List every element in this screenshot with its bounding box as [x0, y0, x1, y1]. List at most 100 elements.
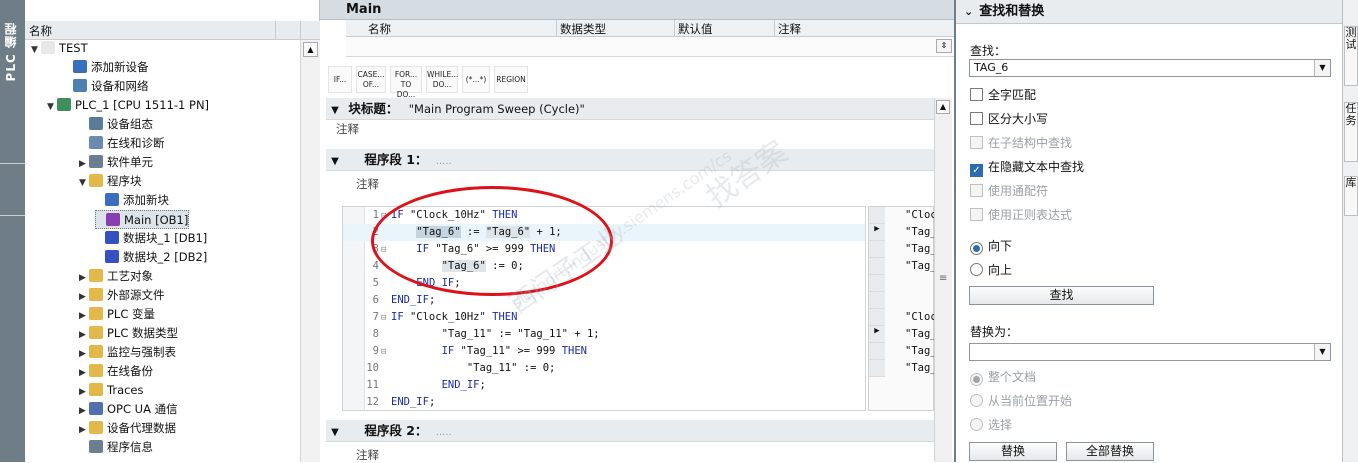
tree-item[interactable]: ▶ OPC UA 通信: [79, 400, 178, 419]
expand-down-icon[interactable]: ▼: [47, 98, 57, 117]
row-marker: [869, 343, 885, 360]
testing-tab[interactable]: 测试: [1344, 26, 1358, 86]
toolbar-case-button[interactable]: CASE... OF...: [356, 66, 386, 93]
editor-scrollbar[interactable]: ▲ ≡: [934, 98, 952, 462]
tree-item[interactable]: ▶ 监控与强制表: [79, 343, 176, 362]
toolbar-while-button[interactable]: WHILE... DO...: [426, 66, 458, 93]
tree-item[interactable]: ▶ 软件单元: [79, 153, 153, 172]
code-line[interactable]: 7 ⊟ IF "Clock_10Hz" THEN: [343, 309, 518, 327]
network1-title[interactable]: .....: [436, 156, 452, 167]
tree-item[interactable]: ▼ 程序块: [79, 172, 142, 191]
tree-item[interactable]: ▶ 工艺对象: [79, 267, 153, 286]
interface-header: 名称 数据类型 默认值 注释: [346, 20, 954, 37]
collapse-arrow-icon[interactable]: ▼: [326, 100, 344, 121]
code-line[interactable]: 6 END_IF;: [343, 292, 436, 309]
dropdown-arrow-icon[interactable]: ▼: [1314, 60, 1330, 76]
plc-programming-sidebar-strip[interactable]: PLC 编程: [0, 0, 25, 462]
find-option-checkbox[interactable]: 全字匹配: [970, 86, 1036, 104]
tree-item[interactable]: 添加新设备: [63, 58, 149, 77]
code-keyword: THEN: [492, 311, 518, 323]
tree-item[interactable]: ▶ 设备代理数据: [79, 419, 176, 438]
network1-row[interactable]: ▼ 程序段 1： .....: [326, 149, 942, 171]
tree-item-label: 软件单元: [107, 155, 153, 169]
checkbox-icon[interactable]: [970, 112, 983, 125]
interface-col-type: 数据类型: [560, 22, 606, 36]
replace-all-button[interactable]: 全部替换: [1066, 442, 1154, 461]
code-line[interactable]: 9 ⊟ IF "Tag_11" >= 999 THEN: [343, 343, 587, 360]
replace-button[interactable]: 替换: [969, 442, 1057, 461]
tree-item[interactable]: Main [OB1]: [95, 210, 190, 229]
code-line[interactable]: 10 "Tag_11" := 0;: [343, 360, 555, 377]
tree-item-label: TEST: [59, 41, 88, 55]
find-replace-header[interactable]: ⌄ 查找和替换: [956, 0, 1344, 24]
dropdown-arrow-icon[interactable]: ▼: [1314, 344, 1330, 360]
tree-scrollbar[interactable]: ▲: [300, 40, 320, 462]
tree-item[interactable]: ▶ 外部源文件: [79, 286, 165, 305]
toolbar-region-button[interactable]: REGION: [494, 66, 528, 93]
tree-item[interactable]: 在线和诊断: [79, 134, 165, 153]
fold-toggle-icon[interactable]: ⊟: [381, 310, 391, 327]
code-line[interactable]: 8 "Tag_11" := "Tag_11" + 1;: [343, 326, 600, 343]
scroll-grip-icon[interactable]: ≡: [939, 273, 947, 284]
toolbar-if-button[interactable]: IF...: [328, 66, 352, 93]
header-divider: [300, 21, 301, 40]
find-input[interactable]: TAG_6 ▼: [969, 59, 1331, 77]
expand-down-icon[interactable]: ▼: [79, 174, 89, 193]
tree-item[interactable]: ▶ PLC 数据类型: [79, 324, 178, 343]
code-line[interactable]: 11 END_IF;: [343, 377, 486, 394]
col-divider: [774, 20, 775, 37]
code-token: ;: [428, 396, 436, 408]
tree-item[interactable]: 设备和网络: [63, 77, 149, 96]
find-option-checkbox[interactable]: 区分大小写: [970, 110, 1048, 128]
expand-down-icon[interactable]: ▼: [31, 41, 41, 60]
interface-table[interactable]: ⇕: [346, 37, 954, 57]
find-button[interactable]: 查找: [969, 286, 1154, 305]
tree-item[interactable]: 数据块_1 [DB1]: [95, 229, 207, 248]
interface-collapse-icon[interactable]: ⇕: [936, 39, 952, 53]
tree-item[interactable]: 数据块_2 [DB2]: [95, 248, 207, 267]
tree-item[interactable]: 设备组态: [79, 115, 153, 134]
libraries-tab[interactable]: 库: [1344, 176, 1358, 216]
network1-comment[interactable]: 注释: [356, 176, 379, 192]
fold-toggle-icon[interactable]: ⊟: [381, 344, 391, 361]
collapse-arrow-icon[interactable]: ▼: [326, 422, 344, 443]
tasks-tab[interactable]: 任务: [1344, 102, 1358, 162]
collapse-chevron-icon[interactable]: ⌄: [964, 5, 973, 18]
code-line[interactable]: 12 END_IF;: [343, 394, 435, 411]
block-title-row[interactable]: ▼ 块标题： "Main Program Sweep (Cycle)": [326, 98, 942, 120]
tree-item-label: 监控与强制表: [107, 345, 176, 359]
direction-radio[interactable]: 向下: [970, 237, 1012, 255]
tree-item[interactable]: ▶ 在线备份: [79, 362, 153, 381]
toolbar-comment-button[interactable]: (*...*): [462, 66, 490, 93]
replace-input[interactable]: ▼: [969, 343, 1331, 361]
tree-item[interactable]: ▼ TEST: [31, 39, 88, 58]
radio-label: 向下: [988, 239, 1013, 253]
find-input-value[interactable]: TAG_6: [974, 61, 1008, 74]
scroll-up-icon[interactable]: ▲: [936, 100, 950, 114]
block-title-value[interactable]: "Main Program Sweep (Cycle)": [409, 102, 585, 116]
interface-col-comment: 注释: [778, 22, 801, 36]
scroll-up-icon[interactable]: ▲: [303, 42, 318, 57]
toolbar-for-button[interactable]: FOR... TO DO...: [390, 66, 422, 99]
network2-comment[interactable]: 注释: [356, 447, 379, 463]
tree-item[interactable]: 程序信息: [79, 438, 153, 457]
tree-item[interactable]: 添加新块: [95, 191, 169, 210]
tree-item[interactable]: ▶ PLC 变量: [79, 305, 155, 324]
tree-item-label: 程序信息: [107, 440, 153, 454]
direction-radio[interactable]: 向上: [970, 261, 1012, 279]
code-token: "Tag_11" := 0;: [391, 362, 556, 374]
checkbox-checked-icon[interactable]: ✓: [970, 164, 983, 177]
radio-icon[interactable]: [970, 263, 983, 276]
block-comment[interactable]: 注释: [336, 121, 359, 137]
ob-icon: [106, 213, 120, 226]
tree-item[interactable]: ▼ PLC_1 [CPU 1511-1 PN]: [47, 96, 209, 115]
checkbox-icon[interactable]: [970, 88, 983, 101]
network2-row[interactable]: ▼ 程序段 2： .....: [326, 420, 942, 442]
radio-selected-icon[interactable]: [970, 242, 983, 255]
network2-title[interactable]: .....: [436, 427, 452, 438]
tree-item[interactable]: ▶ Traces: [79, 381, 144, 400]
collapse-arrow-icon[interactable]: ▼: [326, 151, 344, 172]
editor-tab-title[interactable]: Main: [320, 0, 954, 20]
find-option-checkbox[interactable]: ✓ 在隐藏文本中查找: [970, 158, 1084, 177]
checkbox-icon: [970, 136, 983, 149]
